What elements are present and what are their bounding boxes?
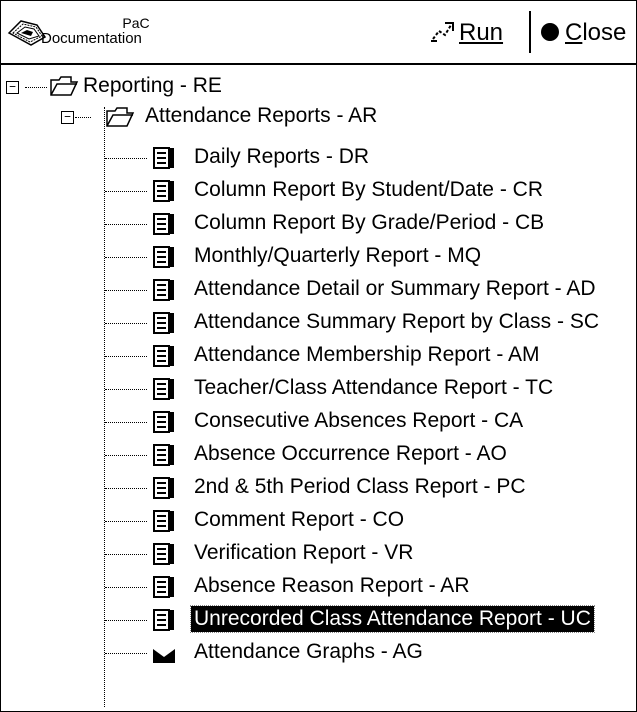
report-book-icon	[153, 411, 174, 433]
tree-item-attendance-graphs[interactable]: Attendance Graphs - AG	[1, 636, 636, 669]
open-folder-icon	[106, 107, 135, 127]
tree-connector-horizontal	[105, 554, 147, 555]
tree-item-label: Comment Report - CO	[194, 508, 405, 531]
tree-item[interactable]: Teacher/Class Attendance Report - TC	[1, 372, 636, 405]
run-label: Run	[459, 19, 504, 46]
report-book-icon	[153, 180, 174, 202]
report-tree: − Reporting - RE − Attendance Reports - …	[1, 65, 636, 711]
close-label-accel: C	[565, 19, 583, 46]
graph-book-icon	[153, 649, 175, 663]
tree-item-label: Absence Reason Report - AR	[194, 574, 470, 597]
collapse-toggle-icon[interactable]: −	[61, 111, 74, 124]
report-book-icon	[153, 543, 174, 565]
tree-item-label: Teacher/Class Attendance Report - TC	[194, 376, 554, 399]
tree-connector-horizontal	[105, 323, 147, 324]
tree-item-label: Attendance Membership Report - AM	[194, 343, 540, 366]
tree-item-label: Monthly/Quarterly Report - MQ	[194, 244, 482, 267]
tree-item-label: Consecutive Absences Report - CA	[194, 409, 524, 432]
tree-item-label: Daily Reports - DR	[194, 145, 370, 168]
tree-item[interactable]: Verification Report - VR	[1, 537, 636, 570]
tree-item[interactable]: Daily Reports - DR	[1, 141, 636, 174]
tree-item[interactable]: Attendance Detail or Summary Report - AD	[1, 273, 636, 306]
report-book-icon	[153, 576, 174, 598]
tree-item-label: Column Report By Student/Date - CR	[194, 178, 543, 201]
tree-connector-horizontal	[105, 224, 147, 225]
tree-item-label: Absence Occurrence Report - AO	[194, 442, 507, 465]
close-label: Close	[565, 19, 626, 47]
tree-connector-horizontal	[105, 191, 147, 192]
report-book-icon	[153, 510, 174, 532]
tree-connector-horizontal	[105, 488, 147, 489]
tree-item[interactable]: Unrecorded Class Attendance Report - UC	[1, 603, 636, 636]
tree-item-label: Attendance Graphs - AG	[194, 640, 423, 663]
tree-node-label: Attendance Reports - AR	[145, 104, 378, 127]
tree-connector-horizontal	[105, 422, 147, 423]
tree-connector-horizontal	[25, 87, 47, 88]
tree-item-label: Attendance Summary Report by Class - SC	[194, 310, 599, 333]
tree-connector-horizontal	[105, 290, 147, 291]
doc-title-line2: Documentation	[41, 30, 142, 47]
tree-node-label: Reporting - RE	[83, 74, 222, 97]
tree-item[interactable]: Consecutive Absences Report - CA	[1, 405, 636, 438]
tree-connector-horizontal	[105, 158, 147, 159]
run-button[interactable]: Run	[419, 11, 531, 53]
toolbar: PaC Documentation Run Close	[1, 1, 636, 65]
tree-connector-horizontal	[105, 620, 147, 621]
report-book-icon	[153, 312, 174, 334]
window: PaC Documentation Run Close − Reporting …	[0, 0, 637, 712]
tree-connector-horizontal	[105, 587, 147, 588]
report-book-icon	[153, 477, 174, 499]
report-book-icon	[153, 279, 174, 301]
tree-connector-horizontal	[105, 455, 147, 456]
tree-item-label: Column Report By Grade/Period - CB	[194, 211, 545, 234]
open-folder-icon	[50, 76, 79, 96]
doc-title-line1: PaC	[122, 15, 150, 31]
tree-item[interactable]: Column Report By Grade/Period - CB	[1, 207, 636, 240]
tree-item[interactable]: 2nd & 5th Period Class Report - PC	[1, 471, 636, 504]
tree-connector-horizontal	[105, 356, 147, 357]
tree-item[interactable]: Column Report By Student/Date - CR	[1, 174, 636, 207]
tree-connector-horizontal	[105, 521, 147, 522]
close-button[interactable]: Close	[533, 11, 633, 53]
tree-item-label: Attendance Detail or Summary Report - AD	[194, 277, 596, 300]
close-circle-icon	[541, 23, 559, 41]
tree-item-label: Unrecorded Class Attendance Report - UC	[190, 605, 595, 633]
tree-item[interactable]: Absence Reason Report - AR	[1, 570, 636, 603]
report-book-icon	[153, 609, 174, 631]
documentation-title: PaC Documentation	[41, 15, 201, 47]
tree-item[interactable]: Comment Report - CO	[1, 504, 636, 537]
tree-item[interactable]: Attendance Summary Report by Class - SC	[1, 306, 636, 339]
report-book-icon	[153, 246, 174, 268]
tree-item[interactable]: Attendance Membership Report - AM	[1, 339, 636, 372]
close-label-rest: lose	[582, 19, 627, 46]
tree-connector-horizontal	[105, 653, 147, 654]
run-icon	[431, 22, 454, 42]
report-book-icon	[153, 213, 174, 235]
tree-item[interactable]: Absence Occurrence Report - AO	[1, 438, 636, 471]
report-book-icon	[153, 147, 174, 169]
tree-connector-horizontal	[105, 389, 147, 390]
tree-connector-horizontal	[75, 117, 91, 118]
collapse-toggle-icon[interactable]: −	[6, 81, 19, 94]
tree-connector-horizontal	[105, 257, 147, 258]
tree-item-label: 2nd & 5th Period Class Report - PC	[194, 475, 526, 498]
tree-item-label: Verification Report - VR	[194, 541, 414, 564]
report-book-icon	[153, 444, 174, 466]
report-book-icon	[153, 345, 174, 367]
report-book-icon	[153, 378, 174, 400]
tree-item[interactable]: Monthly/Quarterly Report - MQ	[1, 240, 636, 273]
